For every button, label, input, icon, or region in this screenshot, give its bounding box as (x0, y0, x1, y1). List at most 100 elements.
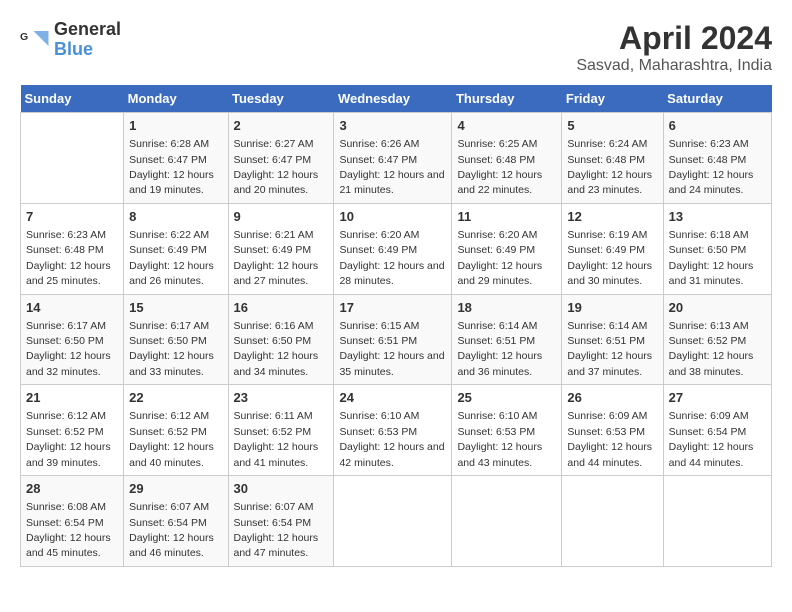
calendar-week-row: 28 Sunrise: 6:08 AMSunset: 6:54 PMDayligh… (21, 476, 772, 567)
calendar-week-row: 14 Sunrise: 6:17 AMSunset: 6:50 PMDayligh… (21, 294, 772, 385)
calendar-day-cell (21, 113, 124, 204)
day-number: 15 (129, 299, 222, 317)
calendar-day-cell: 27Sunrise: 6:09 AMSunset: 6:54 PMDayligh… (663, 385, 771, 476)
day-number: 7 (26, 208, 118, 226)
day-number: 18 (457, 299, 556, 317)
calendar-day-cell (562, 476, 663, 567)
calendar-day-cell: 18 Sunrise: 6:14 AMSunset: 6:51 PMDayligh… (452, 294, 562, 385)
calendar-day-cell (452, 476, 562, 567)
day-info: Sunrise: 6:20 AMSunset: 6:49 PMDaylight:… (339, 229, 444, 287)
day-number: 3 (339, 117, 446, 135)
day-info: Sunrise: 6:23 AMSunset: 6:48 PMDaylight:… (669, 138, 754, 196)
calendar-day-cell (663, 476, 771, 567)
weekday-header: Friday (562, 85, 663, 113)
day-info: Sunrise: 6:17 AMSunset: 6:50 PMDaylight:… (26, 320, 111, 378)
day-number: 24 (339, 389, 446, 407)
calendar-day-cell: 2Sunrise: 6:27 AMSunset: 6:47 PMDaylight… (228, 113, 334, 204)
day-info: Sunrise: 6:10 AMSunset: 6:53 PMDaylight:… (339, 410, 444, 468)
calendar-day-cell: 21 Sunrise: 6:12 AMSunset: 6:52 PMDayligh… (21, 385, 124, 476)
day-number: 14 (26, 299, 118, 317)
day-info: Sunrise: 6:09 AMSunset: 6:54 PMDaylight:… (669, 410, 754, 468)
day-number: 9 (234, 208, 329, 226)
day-info: Sunrise: 6:09 AMSunset: 6:53 PMDaylight:… (567, 410, 652, 468)
day-info: Sunrise: 6:07 AMSunset: 6:54 PMDaylight:… (234, 501, 319, 559)
day-info: Sunrise: 6:23 AMSunset: 6:48 PMDaylight:… (26, 229, 111, 287)
day-number: 17 (339, 299, 446, 317)
calendar-day-cell: 8 Sunrise: 6:22 AMSunset: 6:49 PMDaylight… (124, 203, 228, 294)
calendar-day-cell: 16 Sunrise: 6:16 AMSunset: 6:50 PMDayligh… (228, 294, 334, 385)
weekday-header: Wednesday (334, 85, 452, 113)
day-number: 20 (669, 299, 766, 317)
day-number: 4 (457, 117, 556, 135)
calendar-day-cell: 28 Sunrise: 6:08 AMSunset: 6:54 PMDayligh… (21, 476, 124, 567)
calendar-header-row: SundayMondayTuesdayWednesdayThursdayFrid… (21, 85, 772, 113)
calendar-day-cell: 1Sunrise: 6:28 AMSunset: 6:47 PMDaylight… (124, 113, 228, 204)
day-number: 26 (567, 389, 657, 407)
day-number: 22 (129, 389, 222, 407)
calendar-week-row: 21 Sunrise: 6:12 AMSunset: 6:52 PMDayligh… (21, 385, 772, 476)
calendar-day-cell: 17 Sunrise: 6:15 AMSunset: 6:51 PMDayligh… (334, 294, 452, 385)
title-block: April 2024 Sasvad, Maharashtra, India (576, 20, 772, 75)
day-number: 19 (567, 299, 657, 317)
day-info: Sunrise: 6:15 AMSunset: 6:51 PMDaylight:… (339, 320, 444, 378)
weekday-header: Sunday (21, 85, 124, 113)
weekday-header: Thursday (452, 85, 562, 113)
calendar-day-cell: 7 Sunrise: 6:23 AMSunset: 6:48 PMDaylight… (21, 203, 124, 294)
weekday-header: Tuesday (228, 85, 334, 113)
logo-icon: G (20, 25, 50, 55)
day-number: 28 (26, 480, 118, 498)
day-info: Sunrise: 6:13 AMSunset: 6:52 PMDaylight:… (669, 320, 754, 378)
day-info: Sunrise: 6:17 AMSunset: 6:50 PMDaylight:… (129, 320, 214, 378)
day-info: Sunrise: 6:14 AMSunset: 6:51 PMDaylight:… (457, 320, 542, 378)
calendar-day-cell: 5Sunrise: 6:24 AMSunset: 6:48 PMDaylight… (562, 113, 663, 204)
day-number: 2 (234, 117, 329, 135)
calendar-day-cell (334, 476, 452, 567)
calendar-day-cell: 20 Sunrise: 6:13 AMSunset: 6:52 PMDayligh… (663, 294, 771, 385)
logo: G GeneralBlue (20, 20, 121, 60)
calendar-day-cell: 9 Sunrise: 6:21 AMSunset: 6:49 PMDaylight… (228, 203, 334, 294)
day-number: 12 (567, 208, 657, 226)
day-info: Sunrise: 6:14 AMSunset: 6:51 PMDaylight:… (567, 320, 652, 378)
day-info: Sunrise: 6:20 AMSunset: 6:49 PMDaylight:… (457, 229, 542, 287)
day-info: Sunrise: 6:11 AMSunset: 6:52 PMDaylight:… (234, 410, 319, 468)
day-info: Sunrise: 6:08 AMSunset: 6:54 PMDaylight:… (26, 501, 111, 559)
calendar-day-cell: 3 Sunrise: 6:26 AMSunset: 6:47 PMDaylight… (334, 113, 452, 204)
weekday-header: Saturday (663, 85, 771, 113)
day-number: 30 (234, 480, 329, 498)
day-info: Sunrise: 6:26 AMSunset: 6:47 PMDaylight:… (339, 138, 444, 196)
calendar-day-cell: 10 Sunrise: 6:20 AMSunset: 6:49 PMDayligh… (334, 203, 452, 294)
logo-text: GeneralBlue (54, 20, 121, 60)
day-number: 29 (129, 480, 222, 498)
day-number: 8 (129, 208, 222, 226)
day-number: 10 (339, 208, 446, 226)
calendar-day-cell: 26 Sunrise: 6:09 AMSunset: 6:53 PMDayligh… (562, 385, 663, 476)
weekday-header: Monday (124, 85, 228, 113)
calendar-day-cell: 30 Sunrise: 6:07 AMSunset: 6:54 PMDayligh… (228, 476, 334, 567)
calendar-day-cell: 19 Sunrise: 6:14 AMSunset: 6:51 PMDayligh… (562, 294, 663, 385)
svg-text:G: G (20, 31, 28, 43)
calendar-table: SundayMondayTuesdayWednesdayThursdayFrid… (20, 85, 772, 567)
calendar-day-cell: 23 Sunrise: 6:11 AMSunset: 6:52 PMDayligh… (228, 385, 334, 476)
calendar-day-cell: 24 Sunrise: 6:10 AMSunset: 6:53 PMDayligh… (334, 385, 452, 476)
calendar-week-row: 1Sunrise: 6:28 AMSunset: 6:47 PMDaylight… (21, 113, 772, 204)
day-number: 21 (26, 389, 118, 407)
day-info: Sunrise: 6:19 AMSunset: 6:49 PMDaylight:… (567, 229, 652, 287)
day-info: Sunrise: 6:16 AMSunset: 6:50 PMDaylight:… (234, 320, 319, 378)
day-info: Sunrise: 6:18 AMSunset: 6:50 PMDaylight:… (669, 229, 754, 287)
calendar-day-cell: 11Sunrise: 6:20 AMSunset: 6:49 PMDayligh… (452, 203, 562, 294)
calendar-day-cell: 22Sunrise: 6:12 AMSunset: 6:52 PMDayligh… (124, 385, 228, 476)
calendar-week-row: 7 Sunrise: 6:23 AMSunset: 6:48 PMDaylight… (21, 203, 772, 294)
day-info: Sunrise: 6:22 AMSunset: 6:49 PMDaylight:… (129, 229, 214, 287)
day-info: Sunrise: 6:24 AMSunset: 6:48 PMDaylight:… (567, 138, 652, 196)
day-number: 23 (234, 389, 329, 407)
day-number: 25 (457, 389, 556, 407)
calendar-day-cell: 6Sunrise: 6:23 AMSunset: 6:48 PMDaylight… (663, 113, 771, 204)
calendar-day-cell: 15 Sunrise: 6:17 AMSunset: 6:50 PMDayligh… (124, 294, 228, 385)
day-info: Sunrise: 6:12 AMSunset: 6:52 PMDaylight:… (26, 410, 111, 468)
day-info: Sunrise: 6:21 AMSunset: 6:49 PMDaylight:… (234, 229, 319, 287)
calendar-day-cell: 25Sunrise: 6:10 AMSunset: 6:53 PMDayligh… (452, 385, 562, 476)
page-header: G GeneralBlue April 2024 Sasvad, Maharas… (20, 20, 772, 75)
day-number: 13 (669, 208, 766, 226)
day-number: 16 (234, 299, 329, 317)
calendar-day-cell: 29Sunrise: 6:07 AMSunset: 6:54 PMDayligh… (124, 476, 228, 567)
